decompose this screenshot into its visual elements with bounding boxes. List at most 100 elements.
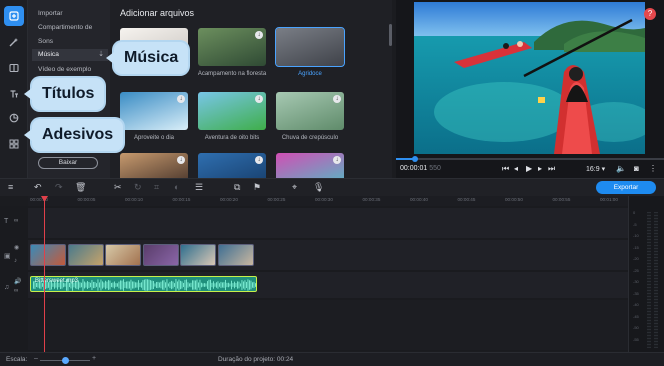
undo-icon[interactable]: ↶ — [34, 182, 42, 193]
scale-knob[interactable] — [62, 357, 69, 364]
redo-icon[interactable]: ↷ — [55, 182, 63, 193]
category-music[interactable]: Música ⇣ — [32, 49, 108, 61]
export-button[interactable]: Exportar — [596, 181, 656, 194]
download-icon[interactable]: ↓ — [333, 156, 341, 164]
media-library: Adicionar arquivos Baixe mais! ↓ Acampamen… — [110, 0, 392, 178]
video-clip[interactable] — [67, 244, 104, 266]
import-tool-icon[interactable] — [4, 6, 24, 26]
audio-link-icon[interactable]: ∞ — [14, 288, 18, 294]
meter-tick-label: -25 — [633, 267, 639, 273]
meter-tick-label: -40 — [633, 302, 639, 307]
volume-icon[interactable]: 🔈 — [616, 164, 626, 173]
zoom-in-icon[interactable]: + — [92, 355, 96, 362]
playback-knob[interactable] — [412, 156, 418, 162]
download-icon[interactable]: ↓ — [177, 95, 185, 103]
audio-meter: 0 -5 -10 -15 -20 -25 -30 -35 -40 -45 -50 -55 — [628, 196, 664, 352]
ruler-tick-label: 00:00:05 — [77, 197, 96, 202]
video-clip[interactable] — [105, 244, 141, 266]
timeline-ruler[interactable]: 00:00:00 00:00:05 00:00:10 00:00:15 00:00:20… — [28, 196, 628, 206]
meter-tick-label: 0 — [633, 210, 636, 215]
category-import[interactable]: Importar — [38, 10, 63, 17]
color-adjust-icon[interactable]: ◐ — [174, 182, 179, 192]
playback-bar: 00:00:01 550 ⏮ ◂ ▶ ▸ ⏭ 16:9 ▾ 🔈 ◙ ⋮ — [396, 156, 664, 178]
ruler-tick-label: 00:00:10 — [125, 197, 143, 202]
playhead[interactable] — [44, 196, 45, 352]
microphone-icon[interactable]: 🎙 — [313, 182, 324, 193]
video-clip[interactable] — [142, 244, 179, 266]
download-icon[interactable]: ↓ — [255, 31, 263, 39]
download-icon[interactable]: ↓ — [333, 95, 341, 103]
location-icon[interactable]: ⌖ — [292, 182, 297, 193]
duration-value: 00:24 — [276, 356, 294, 363]
callout-titles: Títulos — [23, 78, 105, 110]
more-tools-icon[interactable] — [4, 134, 24, 154]
skip-forward-icon[interactable]: ⏭ — [548, 164, 555, 174]
download-icon[interactable]: ↓ — [177, 156, 185, 164]
meter-tick-label: -50 — [633, 325, 639, 330]
transitions-icon[interactable] — [4, 58, 24, 78]
timecode: 00:00:01 550 — [400, 165, 441, 172]
music-track-icon: ♫ — [4, 284, 10, 291]
titles-icon[interactable] — [4, 84, 24, 104]
media-tile[interactable]: ↓ — [120, 92, 188, 130]
link-icon[interactable]: ∞ — [14, 218, 18, 224]
text-lane[interactable] — [28, 208, 628, 238]
media-tile[interactable]: ↓ — [198, 153, 266, 178]
aspect-ratio-select[interactable]: 16:9 ▾ — [586, 165, 605, 173]
category-sounds[interactable]: Sons — [38, 38, 53, 45]
magic-wand-icon[interactable] — [4, 32, 24, 52]
add-track-icon[interactable]: ≡ — [8, 182, 13, 192]
cut-icon[interactable]: ✂ — [114, 182, 122, 193]
snapshot-icon[interactable]: ◙ — [634, 164, 639, 173]
zoom-out-icon[interactable]: – — [34, 355, 38, 362]
visibility-icon[interactable]: ◉ — [14, 244, 19, 251]
video-lane[interactable] — [28, 240, 628, 270]
video-volume-icon[interactable]: ♪ — [14, 258, 17, 264]
audio-clip-name: Bittersweet.mp3 — [35, 278, 79, 284]
video-clip[interactable] — [217, 244, 254, 266]
media-tile[interactable]: ↓ — [198, 28, 266, 66]
audio-clip[interactable]: Bittersweet.mp3 — [30, 276, 257, 292]
ruler-tick-label: 00:00:20 — [220, 197, 238, 202]
media-tile[interactable] — [275, 27, 345, 67]
ruler-tick-label: 00:01:00 — [600, 197, 618, 202]
media-tile[interactable]: ↓ — [276, 92, 344, 130]
media-tile[interactable]: ↓ — [198, 92, 266, 130]
preview-panel: ? 00:00:01 550 ⏮ ◂ ▶ ▸ ⏭ 16:9 ▾ 🔈 ◙ ⋮ — [396, 0, 664, 178]
playback-progress[interactable] — [396, 156, 664, 162]
rotate-icon[interactable]: ↻ — [134, 182, 142, 193]
video-clip[interactable] — [30, 244, 66, 266]
skip-back-icon[interactable]: ⏮ — [502, 164, 509, 174]
media-scrollbar[interactable] — [389, 24, 392, 46]
download-button[interactable]: Baixar — [38, 157, 98, 169]
clip-properties-icon[interactable]: ☰ — [195, 182, 203, 193]
ruler-tick-label: 00:00:50 — [505, 197, 523, 202]
audio-volume-icon[interactable]: 🔊 — [14, 278, 21, 285]
download-icon: ⇣ — [98, 51, 104, 58]
stickers-icon[interactable] — [4, 108, 24, 128]
category-sample-video[interactable]: Vídeo de exemplo — [38, 66, 91, 73]
crop-icon[interactable]: ⌗ — [154, 182, 159, 193]
meter-bar — [647, 212, 651, 348]
media-tile-label: Agridoce — [298, 71, 322, 77]
overlay-icon[interactable]: ⧉ — [234, 182, 240, 193]
category-compartment[interactable]: Compartimento de — [38, 24, 92, 31]
ruler-tick-label: 00:00:55 — [552, 197, 571, 202]
frame-back-icon[interactable]: ◂ — [514, 164, 518, 173]
download-icon[interactable]: ↓ — [255, 95, 263, 103]
project-duration: Duração do projeto: 00:24 — [218, 356, 293, 363]
video-clip[interactable] — [180, 244, 216, 266]
frame-forward-icon[interactable]: ▸ — [538, 164, 542, 173]
marker-icon[interactable]: ⚑ — [253, 182, 261, 193]
play-icon[interactable]: ▶ — [526, 164, 532, 173]
delete-icon[interactable]: 🗑 — [75, 182, 86, 193]
download-icon[interactable]: ↓ — [255, 156, 263, 164]
scale-label: Escala: — [6, 356, 28, 363]
media-tile-label: Aproveite o dia — [133, 135, 175, 141]
empty-lane[interactable] — [28, 300, 628, 350]
more-options-icon[interactable]: ⋮ — [649, 164, 657, 173]
ruler-tick-label: 00:00:35 — [362, 197, 381, 202]
help-icon[interactable]: ? — [644, 8, 656, 20]
media-tile[interactable]: ↓ — [120, 153, 188, 178]
media-tile[interactable]: ↓ — [276, 153, 344, 178]
